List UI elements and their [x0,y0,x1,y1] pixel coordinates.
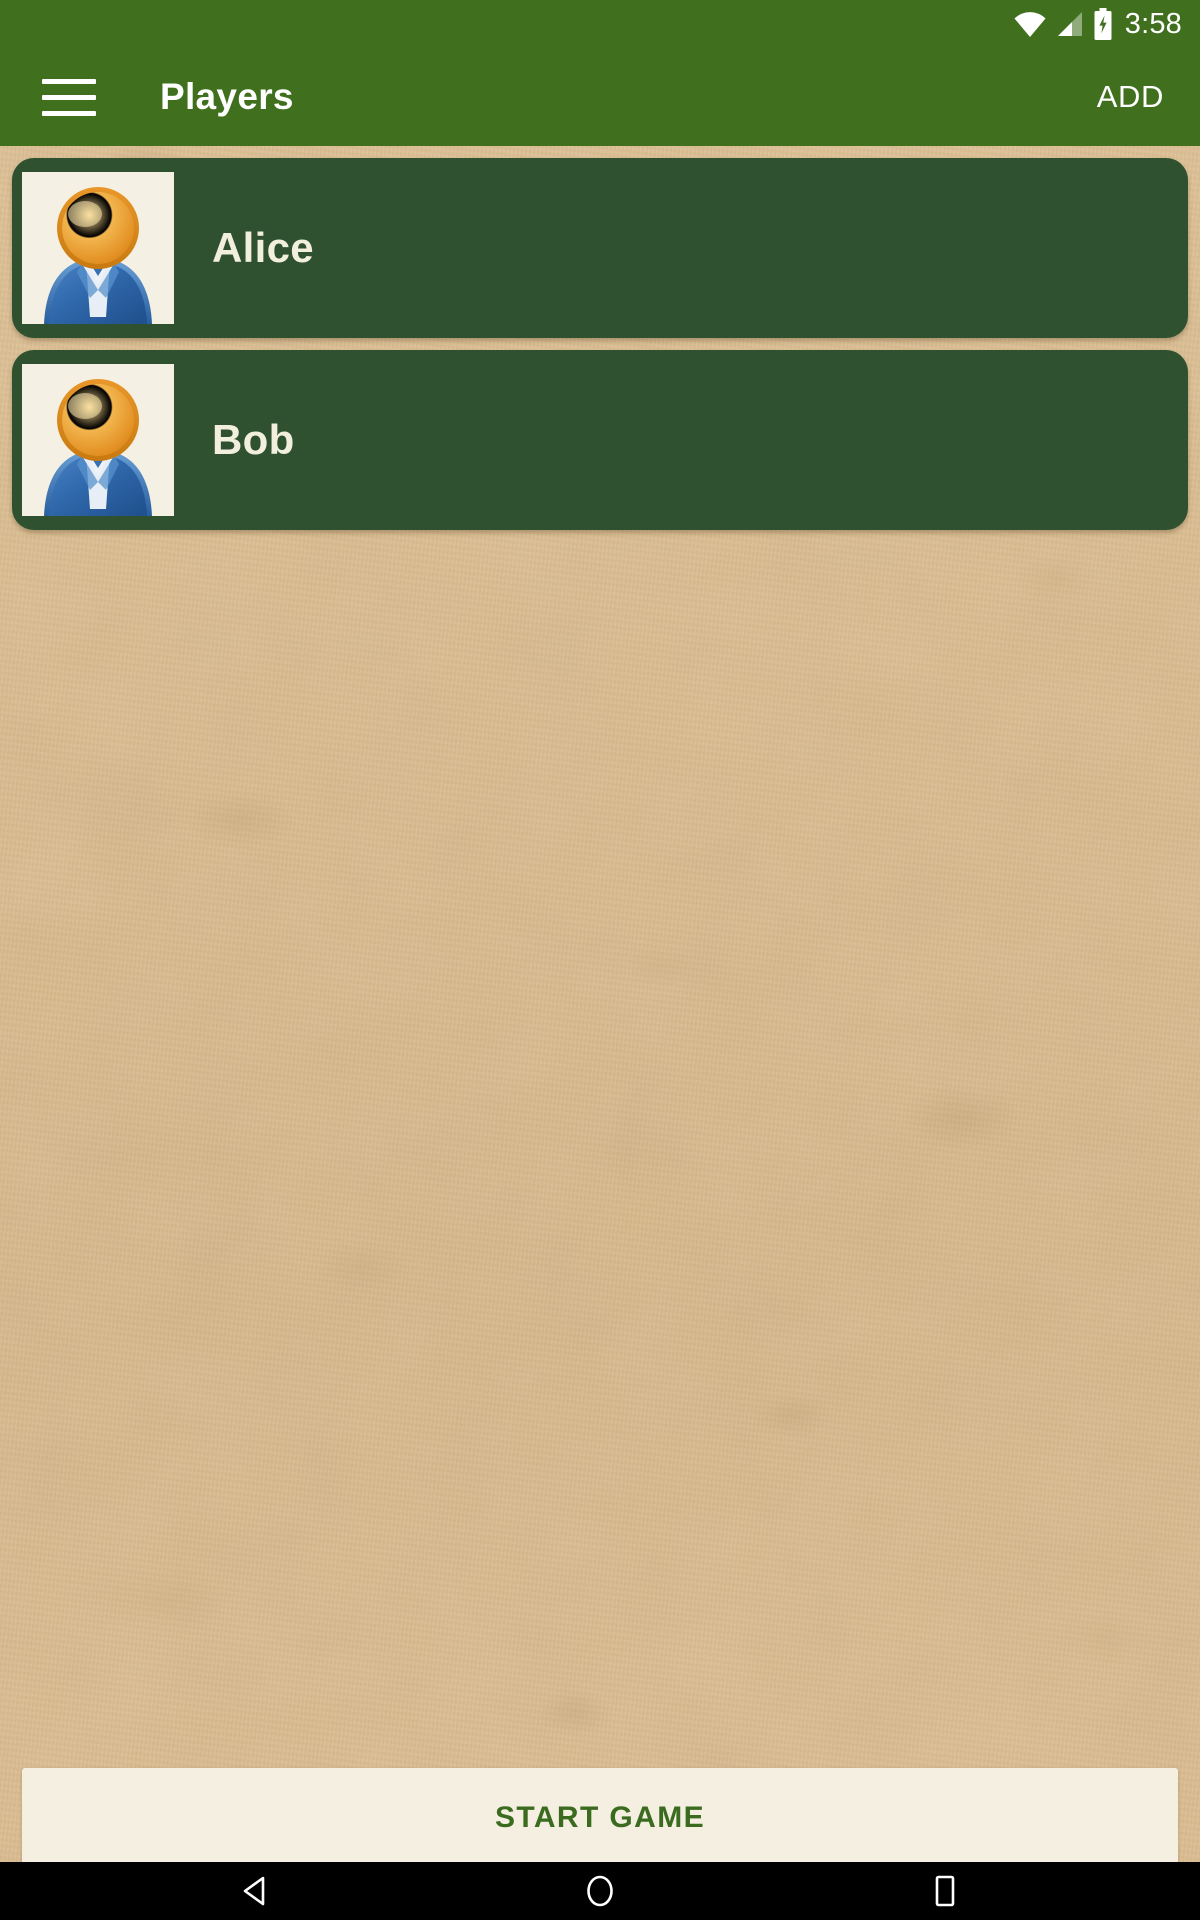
person-avatar-icon [22,172,174,324]
recents-square-icon [935,1875,955,1907]
player-name: Bob [212,416,295,463]
home-circle-icon [587,1875,613,1907]
app-bar: Players ADD [0,48,1200,146]
page-title: Players [160,76,294,117]
wifi-icon [1014,12,1046,37]
nav-home-button[interactable] [500,1862,700,1920]
back-triangle-icon [243,1876,265,1906]
add-player-button[interactable]: ADD [1097,79,1164,115]
person-avatar-icon [22,364,174,516]
avatar [22,172,174,324]
nav-recents-button[interactable] [845,1862,1045,1920]
nav-back-button[interactable] [155,1862,355,1920]
status-bar-clock: 3:58 [1124,8,1182,40]
player-list: Alice Bob [0,146,1200,530]
player-name: Alice [212,224,314,271]
player-card-alice[interactable]: Alice [12,158,1188,338]
start-game-button[interactable]: START GAME [22,1768,1178,1868]
status-bar-icons: 3:58 [1013,0,1182,48]
menu-bar-3 [42,110,96,116]
battery-charging-icon [1094,8,1112,40]
menu-bar-1 [42,78,96,84]
cellular-signal-icon [1057,12,1082,36]
avatar [22,364,174,516]
menu-bar-2 [42,94,96,100]
android-navigation-bar [0,1862,1200,1920]
player-card-bob[interactable]: Bob [12,350,1188,530]
hamburger-menu-icon[interactable] [42,76,96,118]
status-bar: 3:58 [0,0,1200,48]
app-screen: 3:58 Players ADD Alice Bob START GAME [0,0,1200,1920]
